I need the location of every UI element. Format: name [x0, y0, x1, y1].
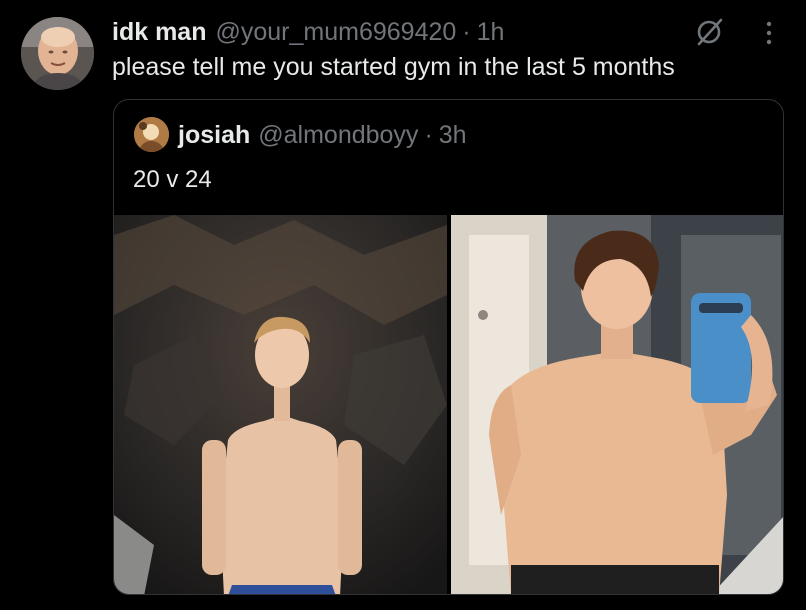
tweet-header: idk man @your_mum6969420 · 1h [112, 14, 504, 50]
photo-after[interactable] [451, 215, 783, 594]
quoted-author-display-name[interactable]: josiah [178, 121, 250, 150]
media-grid [114, 215, 783, 594]
quoted-tweet-timestamp[interactable]: 3h [439, 121, 467, 150]
author-display-name[interactable]: idk man [112, 18, 206, 47]
author-handle[interactable]: @your_mum6969420 [215, 18, 456, 47]
author-avatar[interactable] [21, 17, 94, 90]
quoted-tweet[interactable]: josiah @almondboyy · 3h 20 v 24 [113, 99, 784, 595]
tweet-timestamp[interactable]: 1h [477, 18, 505, 47]
separator-dot: · [462, 17, 471, 46]
grok-icon[interactable] [694, 17, 724, 47]
photo-before[interactable] [114, 215, 447, 594]
quoted-author-handle[interactable]: @almondboyy [258, 121, 418, 150]
quoted-author-avatar[interactable] [134, 117, 169, 152]
more-options-icon[interactable] [758, 19, 780, 47]
tweet-text: please tell me you started gym in the la… [112, 53, 675, 81]
quoted-tweet-header: josiah @almondboyy · 3h [178, 117, 467, 153]
separator-dot: · [424, 120, 433, 149]
quoted-tweet-text: 20 v 24 [133, 166, 212, 193]
tweet[interactable]: idk man @your_mum6969420 · 1h please tel… [0, 0, 806, 610]
